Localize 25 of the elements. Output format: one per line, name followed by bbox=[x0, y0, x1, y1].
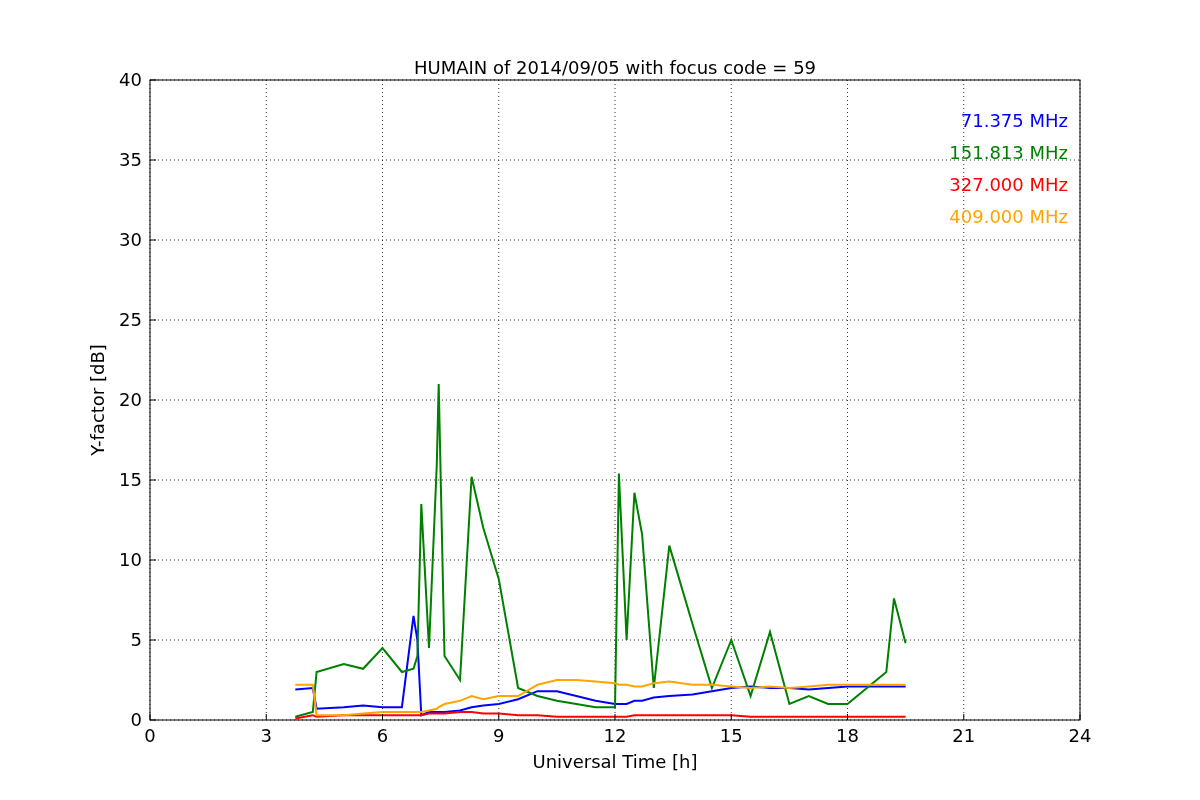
tick-label: 20 bbox=[119, 389, 142, 410]
tick-label: 21 bbox=[952, 725, 976, 746]
legend-label: 71.375 MHz bbox=[960, 110, 1068, 131]
legend-label: 409.000 MHz bbox=[949, 206, 1068, 227]
legend-label: 327.000 MHz bbox=[949, 174, 1068, 195]
y-axis-label: Y-factor [dB] bbox=[87, 344, 108, 456]
tick-label: 40 bbox=[119, 69, 142, 90]
tick-label: 15 bbox=[719, 725, 743, 746]
tick-label: 0 bbox=[130, 709, 142, 730]
tick-label: 10 bbox=[119, 549, 142, 570]
tick-label: 3 bbox=[260, 725, 272, 746]
legend-label: 151.813 MHz bbox=[949, 142, 1068, 163]
tick-label: 5 bbox=[130, 629, 142, 650]
x-axis-label: Universal Time [h] bbox=[532, 751, 698, 772]
tick-label: 9 bbox=[493, 725, 505, 746]
tick-label: 0 bbox=[144, 725, 156, 746]
tick-label: 25 bbox=[119, 309, 142, 330]
tick-label: 30 bbox=[119, 229, 142, 250]
tick-label: 35 bbox=[119, 149, 142, 170]
tick-label: 18 bbox=[836, 725, 859, 746]
tick-label: 15 bbox=[119, 469, 142, 490]
tick-label: 24 bbox=[1068, 725, 1092, 746]
tick-label: 6 bbox=[376, 725, 389, 746]
chart-title: HUMAIN of 2014/09/05 with focus code = 59 bbox=[413, 57, 817, 78]
tick-label: 12 bbox=[603, 725, 627, 746]
